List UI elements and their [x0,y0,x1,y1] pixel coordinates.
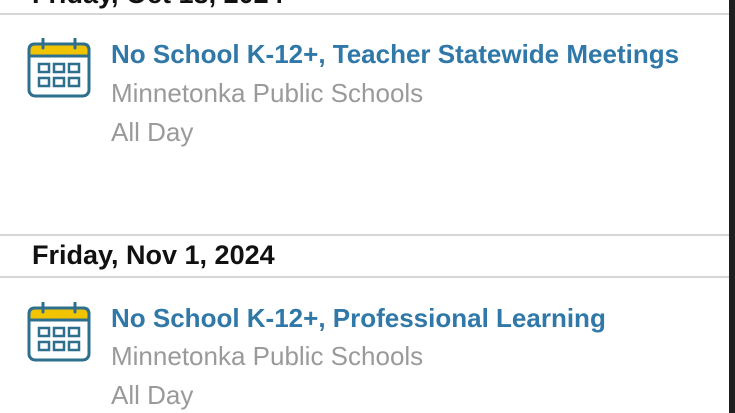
divider [0,276,735,278]
divider [0,13,735,15]
event-title[interactable]: No School K-12+, Professional Learning [111,303,606,333]
date-header: Friday, Oct 18, 2024 [0,0,735,10]
event-organization: Minnetonka Public Schools [111,78,424,108]
event-organization: Minnetonka Public Schools [111,341,424,371]
calendar-events-list: Friday, Oct 18, 2024 No School K-12+, Te… [0,0,735,413]
screen-edge [729,0,735,413]
calendar-icon [27,38,91,98]
divider [0,234,735,236]
event-title[interactable]: No School K-12+, Teacher Statewide Meeti… [111,39,679,69]
event-time: All Day [111,380,194,410]
calendar-icon [27,302,91,362]
date-header: Friday, Nov 1, 2024 [32,240,275,270]
event-time: All Day [111,117,194,147]
